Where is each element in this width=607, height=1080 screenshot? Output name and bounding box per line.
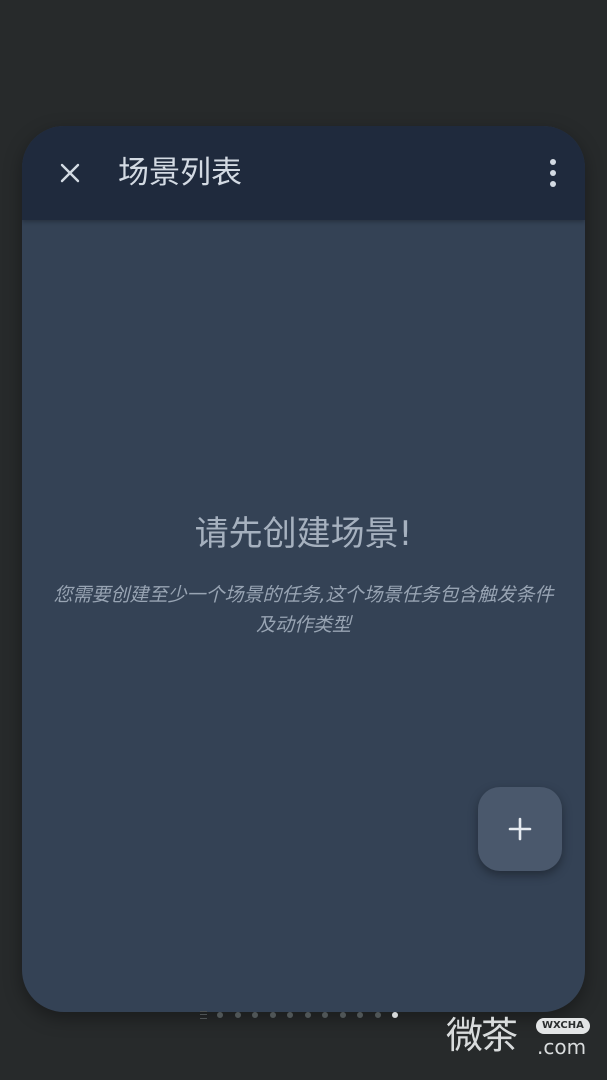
page-indicator-dot bbox=[374, 1012, 381, 1018]
page-indicator-dot bbox=[234, 1012, 241, 1018]
menu-icon bbox=[200, 1011, 207, 1019]
page-indicator-dot bbox=[357, 1012, 363, 1018]
watermark-badge: WXCHA bbox=[536, 1018, 590, 1034]
more-vertical-icon bbox=[550, 159, 556, 165]
app-bar: 场景列表 bbox=[22, 126, 585, 220]
close-icon bbox=[60, 163, 80, 183]
scene-list-panel: 场景列表 请先创建场景! 您需要创建至少一个场景的任务,这个场景任务包含触发条件… bbox=[22, 126, 585, 1012]
page-indicator-dot bbox=[339, 1012, 346, 1018]
page-indicator-dot bbox=[322, 1012, 328, 1018]
page-indicator-dot bbox=[269, 1012, 276, 1018]
empty-state-description: 您需要创建至少一个场景的任务,这个场景任务包含触发条件及动作类型 bbox=[53, 584, 554, 636]
page-indicator-dot bbox=[287, 1012, 293, 1018]
page-indicator bbox=[200, 1011, 410, 1019]
page-indicator-dot bbox=[304, 1012, 311, 1018]
add-scene-button[interactable] bbox=[478, 787, 562, 871]
page-indicator-dot bbox=[217, 1012, 223, 1018]
empty-state-title: 请先创建场景! bbox=[194, 514, 413, 554]
more-options-button[interactable] bbox=[541, 153, 565, 193]
watermark-logo-text: 微茶 bbox=[446, 1014, 518, 1057]
plus-icon bbox=[508, 817, 532, 841]
watermark: 微茶 WXCHA .com bbox=[446, 1014, 596, 1064]
page-indicator-dot bbox=[252, 1012, 258, 1018]
page-indicator-dot bbox=[392, 1012, 398, 1018]
page-title: 场景列表 bbox=[118, 155, 242, 191]
close-button[interactable] bbox=[50, 153, 90, 193]
watermark-domain: .com bbox=[537, 1035, 587, 1059]
